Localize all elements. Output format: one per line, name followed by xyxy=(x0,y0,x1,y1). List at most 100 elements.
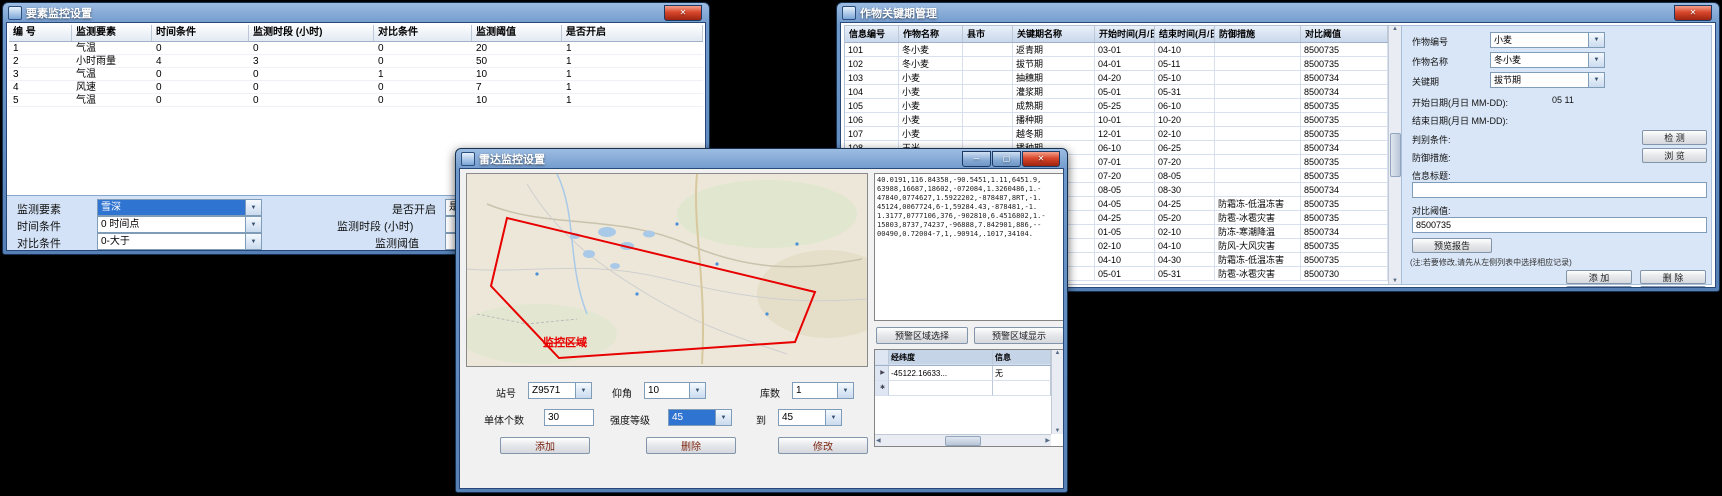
chevron-down-icon[interactable]: ▼ xyxy=(1588,73,1604,87)
chevron-down-icon[interactable]: ▼ xyxy=(689,383,705,398)
table-row[interactable]: ▶ -45122.16633... 无 xyxy=(875,366,1051,381)
column-header: 编 号 xyxy=(9,25,72,41)
preview-report-button[interactable]: 预览报告 xyxy=(1412,238,1492,253)
table-row[interactable]: 104小麦灌浆期05-0105-318500734 xyxy=(845,85,1388,99)
table-cell: 0 xyxy=(152,94,249,107)
table-row[interactable]: 106小麦播种期10-0110-208500735 xyxy=(845,113,1388,127)
add-button[interactable]: 添加 xyxy=(500,437,590,454)
scroll-left-icon[interactable]: ◀ xyxy=(876,437,881,444)
table-row[interactable]: 103小麦抽穗期04-2005-108500734 xyxy=(845,71,1388,85)
add-button[interactable]: 添 加 xyxy=(1566,270,1632,284)
scroll-up-icon[interactable]: ▲ xyxy=(1055,350,1061,356)
table-cell: 越冬期 xyxy=(1013,127,1095,141)
info-title-input[interactable] xyxy=(1412,182,1707,198)
chevron-down-icon[interactable]: ▼ xyxy=(1588,33,1604,47)
select-warning-area-button[interactable]: 预警区域选择 xyxy=(876,327,968,344)
station-label: 站号 xyxy=(496,385,516,400)
delete-button[interactable]: 删除 xyxy=(646,437,736,454)
table-cell: 02-10 xyxy=(1155,225,1215,239)
cell-count-input[interactable]: 30 xyxy=(544,409,594,426)
check-button[interactable]: 检 测 xyxy=(1642,130,1707,145)
chevron-down-icon[interactable]: ▼ xyxy=(1588,53,1604,67)
to-label: 到 xyxy=(756,412,766,427)
maximize-button[interactable]: ▢ xyxy=(992,151,1021,167)
show-warning-area-button[interactable]: 预警区域显示 xyxy=(974,327,1064,344)
compare-threshold-input[interactable]: 8500735 xyxy=(1412,217,1707,233)
table-cell: 8500734 xyxy=(1301,225,1388,239)
coordinates-grid: 经纬度 信息 ▶ -45122.16633... 无 ✱ ▲ ▼ ◀ ▶ xyxy=(874,349,1064,447)
key-period-combobox[interactable]: 拔节期 ▼ xyxy=(1490,72,1605,88)
chevron-down-icon[interactable]: ▼ xyxy=(245,234,261,249)
minimize-button[interactable]: ─ xyxy=(962,151,991,167)
table-cell: 05-10 xyxy=(1155,71,1215,85)
to-intensity-combobox[interactable]: 45 ▼ xyxy=(778,409,842,426)
column-header: 时间条件 xyxy=(152,25,249,41)
table-cell: 拔节期 xyxy=(1013,57,1095,71)
column-header: 监测要素 xyxy=(72,25,152,41)
modify-button[interactable]: 修改 xyxy=(778,437,868,454)
table-cell: 气温 xyxy=(72,42,152,55)
table-cell: 20 xyxy=(472,42,562,55)
scroll-right-icon[interactable]: ▶ xyxy=(1045,437,1050,444)
vertical-scrollbar[interactable]: ▲ ▼ xyxy=(1388,26,1401,284)
table-row[interactable]: 4风速00071 xyxy=(9,81,703,94)
table-cell: 105 xyxy=(845,99,899,113)
table-row[interactable]: 102冬小麦拔节期04-0105-118500735 xyxy=(845,57,1388,71)
intensity-combobox[interactable]: 45 ▼ xyxy=(668,409,732,426)
table-row[interactable]: 107小麦越冬期12-0102-108500735 xyxy=(845,127,1388,141)
column-header: 对比阈值 xyxy=(1301,26,1388,42)
app-icon xyxy=(842,6,856,20)
table-row[interactable]: 2小时雨量430501 xyxy=(9,55,703,68)
scrollbar-thumb[interactable] xyxy=(1390,133,1401,177)
chevron-down-icon[interactable]: ▼ xyxy=(715,410,731,425)
crop-name-combobox[interactable]: 冬小麦 ▼ xyxy=(1490,52,1605,68)
table-cell xyxy=(1215,127,1301,141)
table-cell: 08-30 xyxy=(1155,183,1215,197)
horizontal-scrollbar[interactable]: ◀ ▶ xyxy=(875,434,1051,446)
crop-no-combobox[interactable]: 小麦 ▼ xyxy=(1490,32,1605,48)
chevron-down-icon[interactable]: ▼ xyxy=(825,410,841,425)
table-cell: 冬小麦 xyxy=(899,57,963,71)
table-row[interactable]: 3气温001101 xyxy=(9,68,703,81)
scroll-down-icon[interactable]: ▼ xyxy=(1392,278,1398,284)
table-cell: 04-25 xyxy=(1155,197,1215,211)
map-view[interactable]: 监控区域 xyxy=(466,173,868,367)
save-button[interactable]: 保 存 xyxy=(1640,286,1706,288)
chevron-down-icon[interactable]: ▼ xyxy=(245,200,261,215)
delete-button[interactable]: 删 除 xyxy=(1640,270,1706,284)
close-button[interactable]: ✕ xyxy=(1674,5,1712,21)
table-row[interactable]: 105小麦成熟期05-2506-108500735 xyxy=(845,99,1388,113)
table-cell: 02-10 xyxy=(1095,239,1155,253)
station-combobox[interactable]: Z9571 ▼ xyxy=(528,382,592,399)
table-cell: 8500735 xyxy=(1301,239,1388,253)
time-condition-combobox[interactable]: 0 时间点 ▼ xyxy=(97,216,262,233)
start-date-value: 05 11 xyxy=(1552,95,1574,105)
compare-condition-combobox[interactable]: 0-大于 ▼ xyxy=(97,233,262,250)
table-cell: 小麦 xyxy=(899,99,963,113)
table-row[interactable]: 5气温000101 xyxy=(9,94,703,107)
elevation-combobox[interactable]: 10 ▼ xyxy=(644,382,706,399)
browse-button[interactable]: 浏 览 xyxy=(1642,148,1707,163)
close-button[interactable]: ✕ xyxy=(664,5,702,21)
chevron-down-icon[interactable]: ▼ xyxy=(245,217,261,232)
modify-button[interactable]: 修 改 xyxy=(1566,286,1632,288)
element-combobox[interactable]: 雪深 ▼ xyxy=(97,199,262,216)
titlebar[interactable]: 要素监控设置 ✕ xyxy=(6,3,706,22)
close-button[interactable]: ✕ xyxy=(1022,151,1060,167)
combobox-value: 拔节期 xyxy=(1491,73,1588,87)
titlebar[interactable]: 作物关键期管理 ✕ xyxy=(840,3,1716,22)
chevron-down-icon[interactable]: ▼ xyxy=(575,383,591,398)
vertical-scrollbar[interactable]: ▲ ▼ xyxy=(1051,350,1063,434)
scroll-down-icon[interactable]: ▼ xyxy=(1055,428,1061,434)
bins-combobox[interactable]: 1 ▼ xyxy=(792,382,854,399)
scrollbar-thumb[interactable] xyxy=(945,436,981,446)
table-row[interactable]: 101冬小麦返青期03-0104-108500735 xyxy=(845,43,1388,57)
table-cell: 103 xyxy=(845,71,899,85)
scroll-up-icon[interactable]: ▲ xyxy=(1392,26,1398,32)
table-cell: 03-01 xyxy=(1095,43,1155,57)
table-row-new[interactable]: ✱ xyxy=(875,381,1051,396)
combobox-value: 10 xyxy=(645,383,689,398)
table-row[interactable]: 1气温000201 xyxy=(9,42,703,55)
chevron-down-icon[interactable]: ▼ xyxy=(837,383,853,398)
titlebar[interactable]: 雷达监控设置 ─ ▢ ✕ xyxy=(459,149,1064,168)
